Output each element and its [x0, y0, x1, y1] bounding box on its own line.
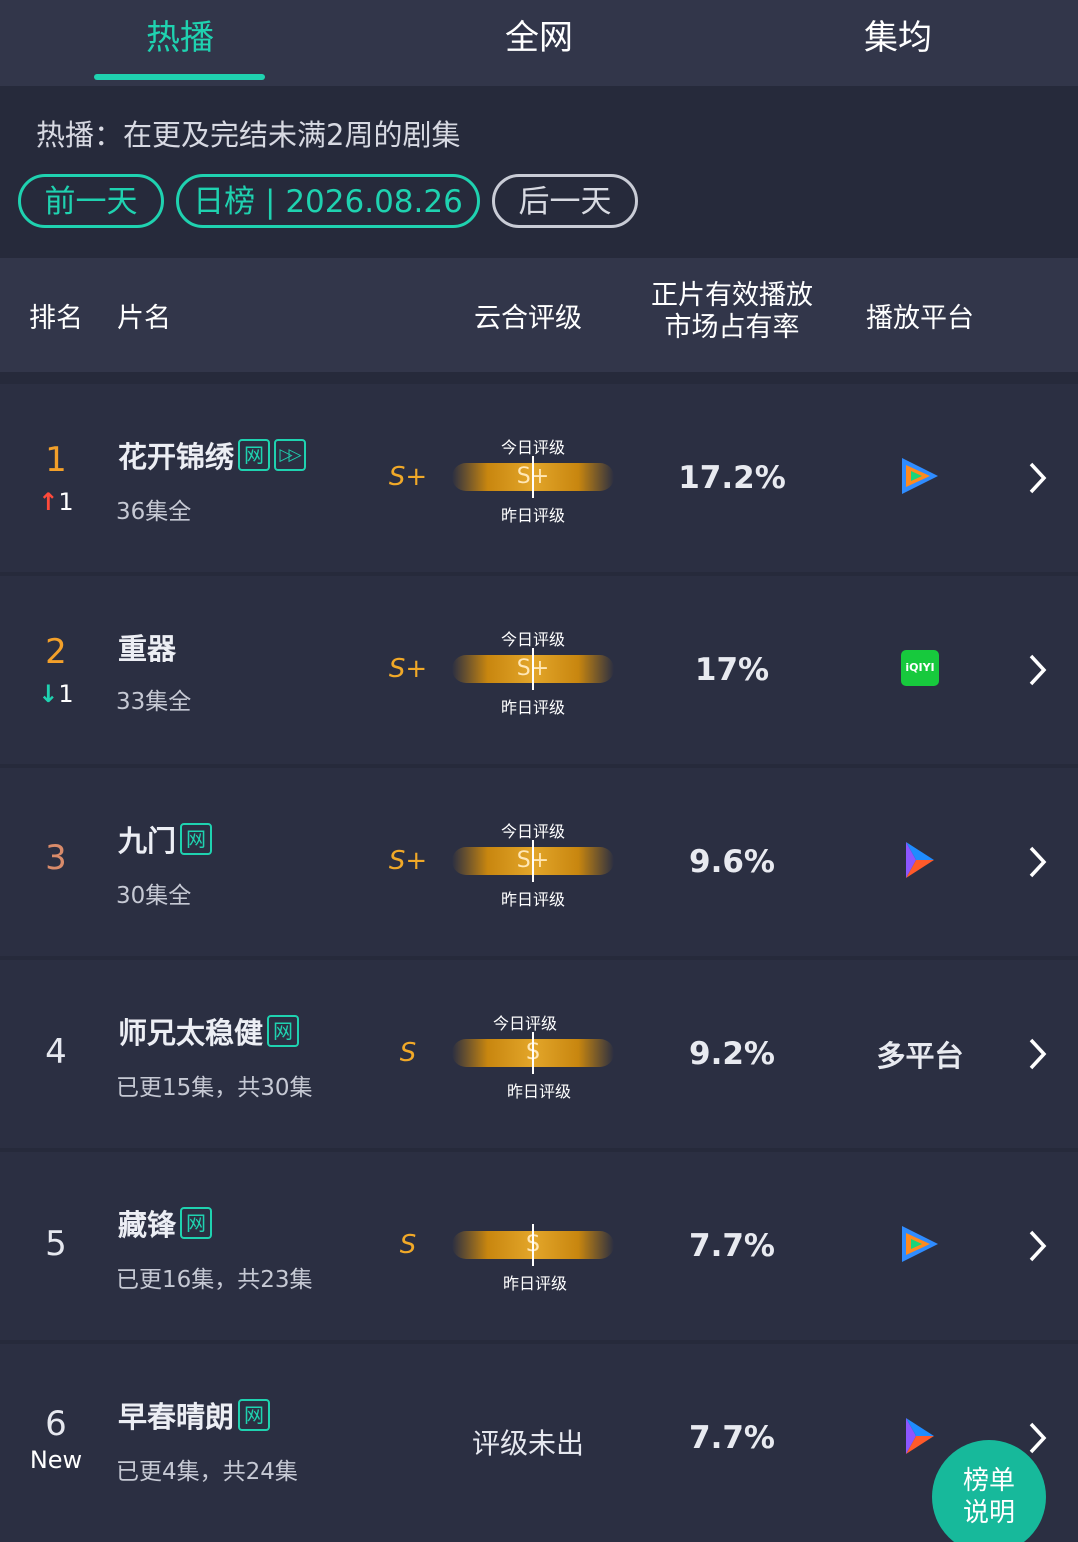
market-share: 17% [694, 652, 770, 688]
web-drama-badge: 网 [180, 823, 213, 855]
chevron-right-icon[interactable] [1022, 650, 1052, 690]
yesterday-rating-label: 昨日评级 [500, 506, 565, 525]
rank-change: ↓1 [38, 680, 74, 708]
drama-title: 早春晴朗 [118, 1400, 235, 1434]
rank-number: 3 [45, 838, 67, 878]
episode-info: 已更16集，共23集 [116, 1267, 313, 1293]
grade-marker [532, 648, 534, 690]
today-rating-label: 今日评级 [500, 630, 565, 649]
grade-label: S+ [388, 846, 428, 876]
platform-tencent-video-icon [870, 1222, 970, 1266]
prev-day-button[interactable]: 前一天 [18, 174, 164, 228]
drama-title: 师兄太稳健 [118, 1016, 264, 1050]
table-row[interactable]: 3 九门 网 30集全 S+ 今日评级 S+ 昨日评级 9.6% [0, 768, 1078, 956]
rank-number: 4 [45, 1032, 67, 1072]
grade-marker [532, 840, 534, 882]
grade-indicator: 今日评级 S+ 昨日评级 [448, 434, 618, 525]
rank-change: ↑1 [38, 488, 74, 516]
platform-multi: 多平台 [876, 1039, 964, 1073]
table-row[interactable]: 1 ↑1 花开锦绣 网 ▷▷ 36集全 S+ 今日评级 S+ 昨日评级 17.2… [0, 384, 1078, 572]
market-share: 7.7% [689, 1420, 775, 1456]
header-rank: 排名 [29, 303, 83, 334]
platform-youku-icon [870, 838, 970, 882]
grade-marker [532, 456, 534, 498]
new-entry-label: New [29, 1446, 83, 1474]
chevron-right-icon[interactable] [1022, 1226, 1052, 1266]
grade-label: S [399, 1230, 417, 1260]
yesterday-rating-label: 昨日评级 [502, 1274, 567, 1293]
rank-number: 1 [45, 440, 67, 480]
rank-number: 2 [45, 632, 67, 672]
fast-forward-icon: ▷▷ [274, 439, 307, 471]
grade-marker [532, 1032, 534, 1074]
web-drama-badge: 网 [267, 1015, 300, 1047]
market-share: 17.2% [678, 460, 786, 496]
market-share: 7.7% [689, 1228, 775, 1264]
list-description: 热播：在更及完结未满2周的剧集 [36, 118, 461, 152]
grade-indicator: S 昨日评级 [448, 1202, 618, 1293]
header-rating: 云合评级 [474, 303, 582, 334]
next-day-button[interactable]: 后一天 [492, 174, 638, 228]
web-drama-badge: 网 [238, 1399, 271, 1431]
title-line: 早春晴朗 网 [118, 1394, 271, 1436]
table-row[interactable]: 5 藏锋 网 已更16集，共23集 S S 昨日评级 7.7% [0, 1152, 1078, 1340]
title-line: 藏锋 网 [118, 1202, 213, 1244]
market-share: 9.2% [689, 1036, 775, 1072]
table-header: 排名 片名 云合评级 正片有效播放 市场占有率 播放平台 [0, 258, 1078, 372]
drama-title: 九门 [118, 824, 177, 858]
rank-number: 6 [45, 1404, 67, 1444]
table-row[interactable]: 2 ↓1 重器 33集全 S+ 今日评级 S+ 昨日评级 17% iQIYI [0, 576, 1078, 764]
rating-pending: 评级未出 [471, 1427, 584, 1460]
arrow-up-icon: ↑ [38, 488, 59, 516]
grade-indicator: 今日评级 S 昨日评级 [448, 1010, 618, 1101]
chevron-right-icon[interactable] [1022, 458, 1052, 498]
platform-tencent-video-icon [870, 454, 970, 498]
rank-number: 5 [45, 1224, 67, 1264]
drama-title: 重器 [118, 632, 177, 666]
market-share: 9.6% [689, 844, 775, 880]
today-rating-label: 今日评级 [500, 822, 565, 841]
grade-label: S+ [388, 462, 428, 492]
grade-label: S [399, 1038, 417, 1068]
title-line: 师兄太稳健 网 [118, 1010, 300, 1052]
episode-info: 30集全 [116, 883, 192, 909]
today-rating-label: 今日评级 [500, 438, 565, 457]
grade-label: S+ [388, 654, 428, 684]
title-line: 九门 网 [118, 818, 213, 860]
table-row[interactable]: 4 师兄太稳健 网 已更15集，共30集 S 今日评级 S 昨日评级 9.2% … [0, 960, 1078, 1148]
date-selector[interactable]: 日榜 | 2026.08.26 [176, 174, 480, 228]
episode-info: 33集全 [116, 689, 192, 715]
yesterday-rating-label: 昨日评级 [500, 698, 565, 717]
arrow-down-icon: ↓ [38, 680, 59, 708]
grade-marker [532, 1224, 534, 1266]
active-tab-indicator [94, 74, 265, 80]
chevron-right-icon[interactable] [1022, 842, 1052, 882]
tab-per-episode[interactable]: 集均 [718, 0, 1078, 86]
title-line: 花开锦绣 网 ▷▷ [118, 434, 307, 476]
platform-iqiyi-icon: iQIYI [870, 646, 970, 690]
chevron-right-icon[interactable] [1022, 1034, 1052, 1074]
filter-bar: 热播：在更及完结未满2周的剧集 前一天 日榜 | 2026.08.26 后一天 [0, 86, 1078, 258]
yesterday-rating-label: 昨日评级 [506, 1082, 571, 1101]
table-row[interactable]: 6 New 早春晴朗 网 已更4集，共24集 评级未出 7.7% [0, 1344, 1078, 1542]
grade-indicator: 今日评级 S+ 昨日评级 [448, 626, 618, 717]
top-tabs: 热播 全网 集均 [0, 0, 1078, 86]
web-drama-badge: 网 [238, 439, 271, 471]
grade-indicator: 今日评级 S+ 昨日评级 [448, 818, 618, 909]
drama-title: 花开锦绣 [118, 440, 235, 474]
yesterday-rating-label: 昨日评级 [500, 890, 565, 909]
tab-all-network[interactable]: 全网 [359, 0, 719, 86]
header-platform: 播放平台 [866, 303, 974, 334]
episode-info: 已更15集，共30集 [116, 1075, 313, 1101]
ranking-explanation-button[interactable]: 榜单 说明 [932, 1440, 1046, 1542]
today-rating-label: 今日评级 [492, 1014, 557, 1033]
header-market-share: 正片有效播放 市场占有率 [651, 280, 813, 343]
episode-info: 已更4集，共24集 [116, 1459, 298, 1485]
drama-title: 藏锋 [118, 1208, 177, 1242]
chevron-right-icon[interactable] [1022, 1418, 1052, 1458]
web-drama-badge: 网 [180, 1207, 213, 1239]
title-line: 重器 [118, 626, 176, 668]
header-title: 片名 [117, 303, 171, 334]
episode-info: 36集全 [116, 499, 192, 525]
